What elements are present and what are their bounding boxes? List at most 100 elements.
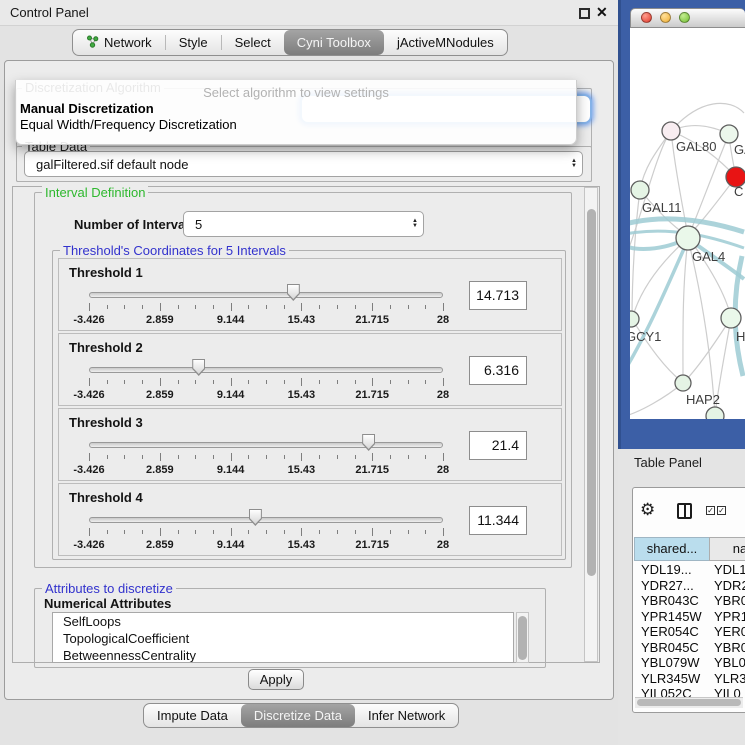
threshold-slider-track[interactable] [89,442,443,448]
tick-mark [355,305,356,309]
network-node[interactable] [675,375,691,391]
thresholds-group-label: Threshold's Coordinates for 5 Intervals [60,243,289,258]
threshold-value-field[interactable]: 14.713 [469,281,527,310]
network-node[interactable] [630,311,639,327]
table-row[interactable]: YPR145WYPR1 [634,609,745,625]
tick-mark [337,305,338,309]
tick-mark [107,455,108,459]
split-columns-icon[interactable] [677,503,692,519]
tab-select[interactable]: Select [222,30,284,55]
table-row[interactable]: YBR043CYBR0 [634,593,745,609]
threshold-slider-thumb[interactable] [362,434,375,451]
tick-mark [372,453,373,461]
bottom-tab-impute-data[interactable]: Impute Data [144,704,241,727]
bottom-tab-discretize-data[interactable]: Discretize Data [241,704,355,727]
tick-mark [178,380,179,384]
name-cell: YER0 [714,624,745,639]
threshold-value-field[interactable]: 11.344 [469,506,527,535]
network-node[interactable] [676,226,700,250]
tick-mark [231,453,232,461]
algorithm-prompt-item[interactable]: Select algorithm to view settings [16,85,576,100]
tick-label: 2.859 [146,314,174,326]
name-cell: YLR3 [714,671,745,686]
network-node[interactable] [662,122,680,140]
gear-icon[interactable]: ⚙ [640,500,655,520]
table-row[interactable]: YDL19...YDL1 [634,562,745,578]
tick-mark [178,305,179,309]
threshold-slider-track[interactable] [89,292,443,298]
threshold-slider-thumb[interactable] [287,284,300,301]
network-node[interactable] [721,308,741,328]
tick-mark [213,530,214,534]
attributes-scrollbar[interactable] [516,612,529,663]
settings-scrollbar[interactable] [584,187,598,662]
bottom-tab-infer-network[interactable]: Infer Network [355,704,458,727]
table-row[interactable]: YLR345WYLR3 [634,671,745,687]
algorithm-option[interactable]: Equal Width/Frequency Discretization [18,117,574,133]
threshold-slider-thumb[interactable] [249,509,262,526]
tick-mark [284,380,285,384]
network-node[interactable] [706,407,724,419]
stepper-arrows-icon: ▲▼ [407,219,423,229]
bottom-tab-label: Impute Data [157,708,228,723]
tick-mark [195,305,196,309]
tick-mark [160,528,161,536]
minimize-traffic-light-icon[interactable] [660,12,671,23]
numerical-attributes-list[interactable]: SelfLoopsTopologicalCoefficientBetweenne… [52,612,514,663]
table-row[interactable]: YDR27...YDR2 [634,578,745,594]
table-hscrollbar-thumb[interactable] [637,699,741,706]
shared-name-cell: YPR145W [641,609,711,624]
close-traffic-light-icon[interactable] [641,12,652,23]
checkbox-icon[interactable]: ✓ [717,506,726,515]
threshold-slider-track[interactable] [89,367,443,373]
tick-label: 9.144 [217,389,245,401]
threshold-panel: Threshold 4-3.4262.8599.14415.4321.71528… [58,483,562,556]
checkbox-icon[interactable]: ✓ [706,506,715,515]
list-item[interactable]: SelfLoops [53,613,513,630]
apply-button[interactable]: Apply [248,669,304,690]
tab-network[interactable]: Network [73,30,165,55]
table-data-combobox[interactable]: galFiltered.sif default node ▲▼ [24,151,583,177]
threshold-value-field[interactable]: 21.4 [469,431,527,460]
tick-mark [107,305,108,309]
table-row[interactable]: YBR045CYBR0 [634,640,745,656]
tick-mark [124,455,125,459]
tick-mark [443,528,444,536]
close-icon[interactable]: ✕ [596,4,608,21]
tick-label: 28 [437,389,449,401]
column-header-shared-name[interactable]: shared... [634,537,710,561]
shared-name-cell: YDR27... [641,578,711,593]
zoom-traffic-light-icon[interactable] [679,12,690,23]
network-edge-bundle [630,242,687,370]
list-item[interactable]: TopologicalCoefficient [53,630,513,647]
tick-label: 21.715 [355,389,389,401]
tick-mark [301,378,302,386]
number-of-intervals-value: 5 [184,217,407,232]
tab-cyni-toolbox[interactable]: Cyni Toolbox [284,30,384,55]
threshold-value-field[interactable]: 6.316 [469,356,527,385]
name-cell: YDL1 [714,562,745,577]
tab-jactivemnodules[interactable]: jActiveMNodules [384,30,507,55]
tick-mark [443,303,444,311]
table-row[interactable]: YBL079WYBL0 [634,655,745,671]
tick-label: 2.859 [146,389,174,401]
shared-name-cell: YBR043C [641,593,711,608]
tick-mark [443,378,444,386]
column-header-name[interactable]: name [709,537,745,561]
threshold-slider-track[interactable] [89,517,443,523]
tab-style[interactable]: Style [166,30,221,55]
table-row[interactable]: YER054CYER0 [634,624,745,640]
number-of-intervals-combobox[interactable]: 5 ▲▼ [183,211,424,237]
tick-mark [319,530,320,534]
network-node-label: GAL11 [642,200,682,215]
float-window-icon[interactable] [579,8,590,19]
tick-label: 15.43 [288,314,316,326]
tab-label: jActiveMNodules [397,35,494,50]
network-node[interactable] [631,181,649,199]
network-view-canvas[interactable]: GAL80GACGAL11GAL4GCY1HHAP2 [630,28,745,419]
algorithm-option[interactable]: Manual Discretization [18,101,574,117]
tick-mark [213,380,214,384]
list-item[interactable]: BetweennessCentrality [53,647,513,663]
network-node[interactable] [720,125,738,143]
threshold-slider-thumb[interactable] [192,359,205,376]
